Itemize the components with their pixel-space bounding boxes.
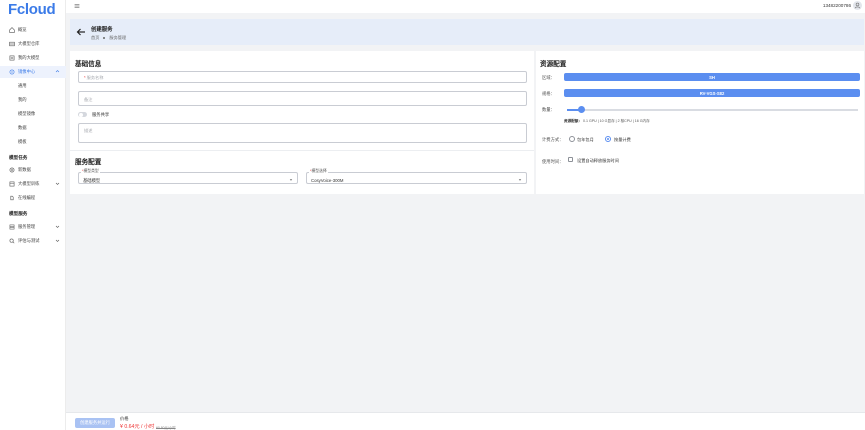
code-icon [9, 195, 15, 201]
sidebar-subitem-data[interactable]: 数据 [18, 125, 27, 131]
remark-input[interactable]: 备注 [78, 91, 527, 106]
model-select-label: *模型选择 [309, 169, 328, 174]
sidebar-item-image-center[interactable]: 镜像中心 [0, 66, 66, 78]
sidebar-item-label: 大模型仓库 [18, 41, 40, 46]
model-type-label: *模型类型 [81, 169, 100, 174]
count-slider-handle[interactable] [578, 106, 586, 113]
create-and-run-button[interactable]: 创建服务并运行 [75, 418, 115, 428]
model-select[interactable]: CosyVoice-300M [306, 172, 527, 184]
service-name-placeholder: *服务名称 [84, 75, 104, 80]
avatar[interactable] [853, 1, 862, 10]
billing-usage-radio[interactable] [605, 136, 611, 142]
page-header: 创建服务 首页 服务管理 [70, 19, 864, 45]
sidebar-item-new-data[interactable]: 新数据 [0, 164, 66, 176]
sidebar-item-label: 服务管理 [18, 224, 36, 229]
page-title: 创建服务 [91, 27, 113, 33]
auto-release-checkbox[interactable] [568, 157, 573, 162]
sidebar-group-tasks: 模型任务 [9, 155, 28, 160]
service-share-toggle[interactable] [78, 112, 87, 117]
chevron-up-icon [55, 70, 60, 73]
sidebar-subitem-template[interactable]: 模板 [18, 139, 27, 145]
topbar: 13482200786 [66, 0, 865, 13]
sidebar-item-label: 评估与测试 [18, 238, 40, 243]
sidebar-item-evaluation[interactable]: 评估与测试 [0, 235, 66, 247]
sidebar-subitem-general[interactable]: 通用 [18, 83, 27, 89]
billing-monthly-radio[interactable] [569, 136, 575, 142]
breadcrumb: 首页 服务管理 [91, 35, 126, 41]
sidebar-item-label: 新数据 [18, 167, 31, 172]
plus-circle-icon [9, 167, 15, 173]
model-value: CosyVoice-300M [311, 178, 344, 183]
footer-bar: 创建服务并运行 价格 ¥ 0.64元 / 小时 ¥0.80元/小时 [66, 412, 865, 430]
back-arrow-icon[interactable] [76, 27, 86, 37]
breadcrumb-home[interactable]: 首页 [91, 35, 99, 41]
sidebar-item-label: 在线编程 [18, 195, 36, 200]
sidebar-item-label: 大模型训练 [18, 181, 40, 186]
menu-icon[interactable] [74, 3, 80, 9]
basic-info-panel: 基础信息 *服务名称 备注 服务共享 描述 服务配置 基础模型 *模型类型 Co… [70, 51, 534, 194]
chevron-down-icon [55, 182, 60, 185]
chevron-down-icon [55, 239, 60, 242]
region-option[interactable]: SH [564, 73, 860, 81]
app-logo[interactable]: Fcloud [8, 1, 56, 18]
service-share-label: 服务共享 [92, 112, 110, 117]
price-value: ¥ 0.64元 / 小时 [120, 424, 155, 430]
sidebar-item-service-management[interactable]: 服务管理 [0, 221, 66, 233]
caret-down-icon [518, 179, 522, 181]
count-slider[interactable] [567, 106, 858, 113]
breadcrumb-separator [103, 37, 106, 39]
sidebar: Fcloud 概览 大模型仓库 我的大模型 镜像中心 通用 我的 模型镜像 数据… [0, 0, 66, 430]
image-icon [9, 69, 15, 75]
model-type-value: 基础模型 [83, 178, 101, 183]
box-icon [9, 55, 15, 61]
user-phone[interactable]: 13482200786 [823, 3, 851, 8]
resource-panel: 资源配置 区域： SH 规格： RV-VGS-S82 数量： 资源配额： 0.1… [536, 51, 864, 194]
sidebar-item-overview[interactable]: 概览 [0, 24, 66, 36]
quota-prefix: 资源配额： [564, 119, 582, 123]
database-icon [9, 41, 15, 47]
train-icon [9, 181, 15, 187]
description-textarea[interactable]: 描述 [78, 123, 527, 143]
region-label: 区域： [542, 75, 555, 80]
sidebar-item-label: 概览 [18, 27, 27, 32]
resource-quota-info: 资源配额： 0.1 GPU | 10 G显存 | 2 核CPU | 16 G内存 [564, 119, 650, 124]
sidebar-subitem-mine[interactable]: 我的 [18, 97, 27, 103]
sidebar-item-model-training[interactable]: 大模型训练 [0, 178, 66, 190]
remark-placeholder: 备注 [84, 97, 93, 102]
breadcrumb-current: 服务管理 [109, 35, 127, 40]
service-name-input[interactable]: *服务名称 [78, 71, 527, 83]
resource-title: 资源配置 [540, 61, 567, 68]
billing-label: 计费方式： [542, 137, 564, 142]
count-label: 数量： [542, 107, 555, 112]
sidebar-subitem-model-image[interactable]: 模型镜像 [18, 111, 35, 117]
price-original: ¥0.80元/小时 [156, 426, 176, 430]
user-icon [854, 2, 861, 9]
basic-info-title: 基础信息 [75, 61, 102, 68]
spec-option[interactable]: RV-VGS-S82 [564, 89, 860, 97]
sidebar-item-label: 我的大模型 [18, 55, 40, 60]
section-divider [70, 150, 534, 151]
auto-release-label: 设置自动释放服务时间 [577, 158, 619, 163]
sidebar-item-label: 镜像中心 [18, 69, 36, 74]
sidebar-item-model-repo[interactable]: 大模型仓库 [0, 38, 66, 50]
caret-down-icon [289, 179, 293, 181]
billing-usage-label: 按量计费 [614, 137, 631, 142]
quota-value: 0.1 GPU | 10 G显存 | 2 核CPU | 16 G内存 [582, 119, 650, 123]
duration-label: 使用时间： [542, 159, 564, 164]
server-icon [9, 224, 15, 230]
sidebar-item-my-models[interactable]: 我的大模型 [0, 52, 66, 64]
description-placeholder: 描述 [84, 128, 93, 133]
spec-label: 规格： [542, 91, 555, 96]
sidebar-group-service: 模型服务 [9, 211, 28, 216]
billing-monthly-label: 包年包月 [577, 137, 594, 142]
home-icon [9, 27, 15, 33]
price-label: 价格 [120, 416, 129, 421]
search-icon [9, 238, 15, 244]
service-config-title: 服务配置 [75, 159, 102, 166]
model-type-select[interactable]: 基础模型 [78, 172, 298, 184]
sidebar-item-online-coding[interactable]: 在线编程 [0, 192, 66, 204]
chevron-down-icon [55, 225, 60, 228]
